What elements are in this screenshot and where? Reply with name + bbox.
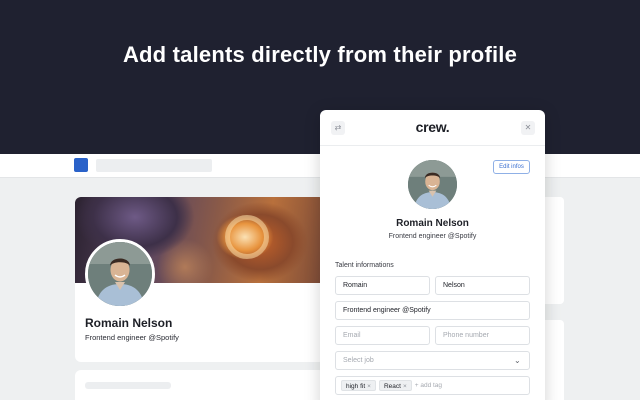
tag-label: React bbox=[383, 383, 401, 390]
profile-role: Frontend engineer @Spotify bbox=[85, 333, 179, 342]
tag-label: high fit bbox=[346, 383, 366, 390]
hero-title: Add talents directly from their profile bbox=[122, 42, 518, 67]
cover-swirl bbox=[225, 215, 269, 259]
job-select[interactable]: Select job ⌄ bbox=[335, 351, 530, 370]
profile-card: Romain Nelson Frontend engineer @Spotify bbox=[75, 197, 325, 362]
talent-name: Romain Nelson bbox=[396, 218, 469, 229]
phone-field[interactable]: Phone number bbox=[435, 326, 530, 345]
crew-logo: crew. bbox=[415, 119, 450, 135]
email-field[interactable]: Email bbox=[335, 326, 430, 345]
panel-header: ⇄ crew. ✕ bbox=[320, 110, 545, 146]
profile-avatar[interactable] bbox=[85, 239, 155, 309]
avatar-photo bbox=[88, 242, 152, 306]
tags-input[interactable]: high fit × React × + add tag bbox=[335, 376, 530, 395]
add-tag-input[interactable]: + add tag bbox=[415, 380, 442, 391]
tag-chip: React × bbox=[378, 380, 412, 391]
profile-section-card bbox=[75, 370, 325, 400]
profile-name: Romain Nelson bbox=[85, 316, 173, 330]
first-name-field[interactable]: Romain bbox=[335, 276, 430, 295]
close-icon[interactable]: ✕ bbox=[521, 121, 535, 135]
section-label: Talent informations bbox=[335, 262, 394, 269]
crew-extension-panel: ⇄ crew. ✕ Edit infos Romain Nelson Front… bbox=[320, 110, 545, 400]
headline-field[interactable]: Frontend engineer @Spotify bbox=[335, 301, 530, 320]
talent-avatar bbox=[408, 160, 457, 209]
job-select-placeholder: Select job bbox=[343, 357, 374, 364]
talent-role: Frontend engineer @Spotify bbox=[388, 233, 477, 240]
search-bar-placeholder[interactable] bbox=[96, 159, 212, 172]
remove-tag-icon[interactable]: × bbox=[403, 383, 407, 390]
tag-chip: high fit × bbox=[341, 380, 376, 391]
edit-infos-button[interactable]: Edit infos bbox=[493, 160, 530, 174]
last-name-field[interactable]: Nelson bbox=[435, 276, 530, 295]
skeleton-line bbox=[85, 382, 171, 389]
site-logo[interactable] bbox=[74, 158, 88, 172]
chevron-down-icon: ⌄ bbox=[514, 356, 521, 365]
remove-tag-icon[interactable]: × bbox=[367, 383, 371, 390]
avatar-photo bbox=[408, 160, 457, 209]
